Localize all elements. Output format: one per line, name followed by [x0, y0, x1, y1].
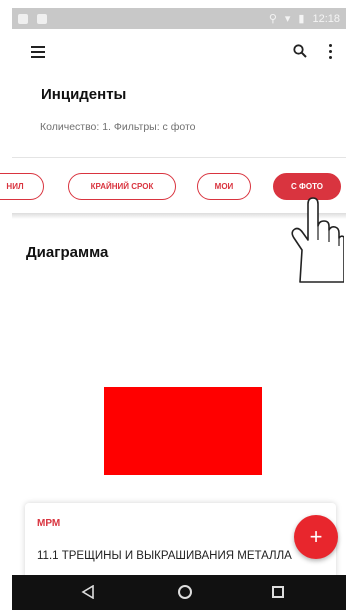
hamburger-menu-icon[interactable] [31, 46, 45, 58]
incident-description: 11.1 ТРЕЩИНЫ И ВЫКРАШИВАНИЯ МЕТАЛЛА [37, 550, 292, 562]
page-title: Инциденты [41, 86, 127, 103]
filter-chip[interactable]: нил [0, 173, 44, 200]
chart-placeholder [104, 387, 262, 475]
incident-tag: МРМ [37, 518, 61, 529]
battery-icon: ▮ [298, 13, 305, 25]
add-incident-button[interactable]: + [294, 515, 338, 559]
location-icon: ⚲ [268, 13, 277, 25]
notification-icon [37, 13, 47, 24]
status-bar: ⚲ ▾ ▮ 12:18 [12, 8, 346, 29]
filter-summary: Количество: 1. Фильтры: с фото [40, 121, 196, 133]
status-time: 12:18 [312, 12, 340, 25]
pointing-hand-icon [291, 197, 344, 283]
system-nav-bar [12, 575, 346, 610]
section-title: Диаграмма [26, 244, 109, 261]
notification-icon [18, 13, 28, 24]
filter-chip-mine[interactable]: мои [197, 173, 251, 200]
incident-card[interactable]: МРМ 11.1 ТРЕЩИНЫ И ВЫКРАШИВАНИЯ МЕТАЛЛА [25, 503, 336, 583]
home-icon[interactable] [178, 585, 192, 599]
filter-chip-deadline[interactable]: крайний срок [68, 173, 176, 200]
recent-apps-icon[interactable] [272, 586, 284, 598]
app-toolbar [12, 30, 346, 76]
more-vertical-icon[interactable] [329, 44, 333, 60]
search-icon[interactable] [293, 44, 307, 58]
signal-icon: ▾ [284, 13, 291, 25]
divider [12, 157, 346, 158]
back-icon[interactable] [81, 585, 95, 599]
